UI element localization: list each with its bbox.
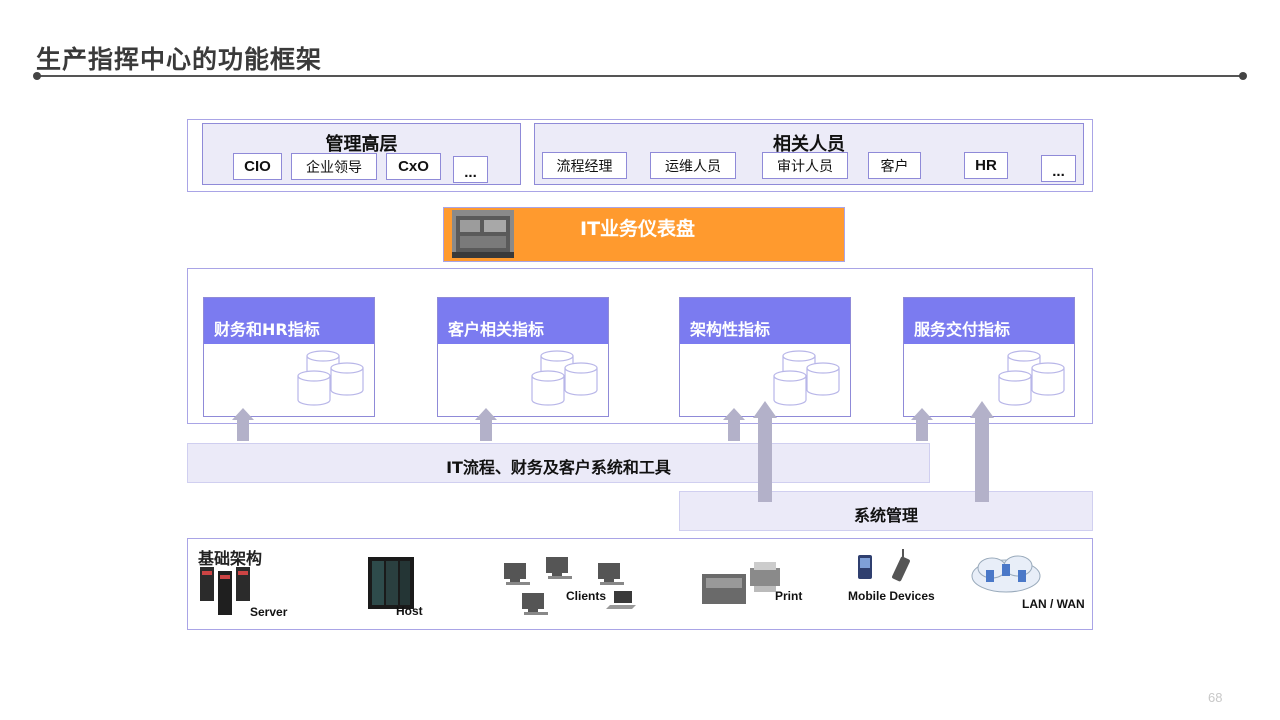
arrow-up-icon <box>911 408 933 441</box>
infra-label-host: Host <box>396 604 423 618</box>
network-cloud-icon <box>971 555 1041 593</box>
infra-label-lan-wan: LAN / WAN <box>1022 597 1085 611</box>
arrow-up-icon <box>475 408 497 441</box>
arrow-up-icon <box>723 408 745 441</box>
printer-icon <box>702 562 780 604</box>
mobile-devices-icon <box>858 549 910 582</box>
infra-label-server: Server <box>250 605 288 619</box>
arrow-up-icon <box>753 401 777 502</box>
arrow-up-icon <box>970 401 994 502</box>
clients-icon <box>504 557 636 615</box>
infrastructure-frame <box>187 538 1093 630</box>
arrow-up-icon <box>232 408 254 441</box>
page-number: 68 <box>1208 690 1223 705</box>
infra-label-clients: Clients <box>566 589 607 603</box>
host-icon <box>368 557 414 609</box>
infra-label-mobile-devices: Mobile Devices <box>848 589 935 603</box>
infra-label-print: Print <box>775 589 803 603</box>
server-icon <box>200 567 250 615</box>
